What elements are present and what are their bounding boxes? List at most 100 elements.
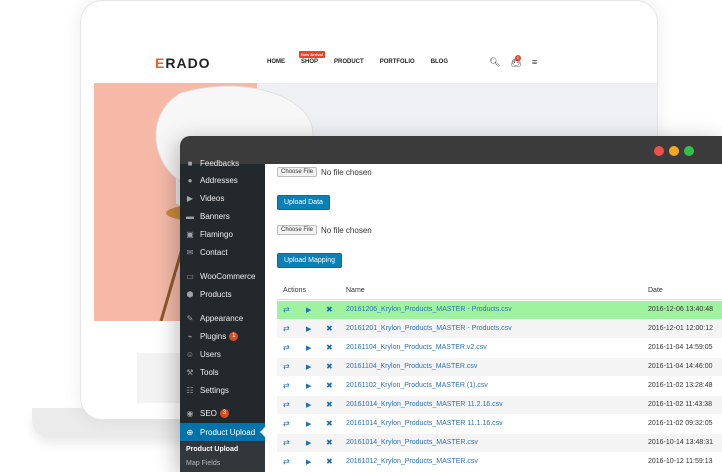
play-icon[interactable]: ▶ — [306, 382, 311, 390]
trash-icon[interactable]: ✖ — [326, 305, 333, 314]
shuffle-icon[interactable]: ⇄ — [283, 324, 290, 333]
user-icon: ☺ — [185, 349, 195, 359]
choose-data-file-button[interactable]: Choose File — [277, 167, 318, 177]
trash-icon[interactable]: ✖ — [326, 362, 333, 371]
shuffle-icon[interactable]: ⇄ — [283, 305, 290, 314]
sidebar-item-product-upload[interactable]: ⊕ Product Upload — [180, 423, 265, 441]
screenshot-stage: ERADO HOME New Arrival SHOP PRODUCT PORTF… — [0, 0, 722, 472]
close-window-button[interactable] — [654, 146, 664, 156]
search-icon[interactable]: 🔍︎ — [489, 57, 500, 68]
trash-icon[interactable]: ✖ — [326, 343, 333, 352]
file-date: 2016-11-02 09:32:05 — [648, 420, 713, 427]
sidebar-item-label: Contact — [200, 247, 228, 257]
menu-icon[interactable]: ≡ — [532, 57, 537, 68]
shuffle-icon[interactable]: ⇄ — [283, 381, 290, 390]
sidebar-item-flamingo[interactable]: ▣ Flamingo — [180, 225, 265, 243]
sidebar-item-appearance[interactable]: ✎ Appearance — [180, 309, 265, 327]
banner-icon: ▬ — [186, 211, 194, 221]
sidebar-item-label: WooCommerce — [200, 271, 256, 281]
sidebar-item-products[interactable]: ⬢ Products — [180, 285, 265, 303]
submenu-product-upload[interactable]: Product Upload — [186, 446, 238, 453]
trash-icon[interactable]: ✖ — [326, 457, 333, 466]
play-icon[interactable]: ▶ — [306, 439, 311, 447]
shuffle-icon[interactable]: ⇄ — [283, 457, 290, 466]
file-name-link[interactable]: 20161206_Krylon_Products_MASTER - Produc… — [346, 306, 512, 313]
table-row: ⇄ ▶ ✖ 20161014_Krylon_Products_MASTER 11.1.… — [277, 415, 722, 433]
nav-home[interactable]: HOME — [267, 59, 285, 65]
file-name-link[interactable]: 20161104_Krylon_Products_MASTER.v2.csv — [346, 344, 487, 351]
trash-icon[interactable]: ✖ — [326, 419, 333, 428]
submenu-map-fields[interactable]: Map Fields — [186, 460, 220, 467]
sidebar-item-addresses[interactable]: ● Addresses — [180, 171, 265, 189]
shuffle-icon[interactable]: ⇄ — [283, 343, 290, 352]
play-icon[interactable]: ▶ — [306, 344, 311, 352]
file-date: 2016-11-02 11:43:38 — [648, 401, 712, 408]
table-row: ⇄ ▶ ✖ 20161104_Krylon_Products_MASTER.csv 20… — [277, 358, 722, 376]
table-row: ⇄ ▶ ✖ 20161206_Krylon_Products_MASTER - Pro… — [277, 301, 722, 319]
table-row: ⇄ ▶ ✖ 20161012_Krylon_Products_MASTER.csv 20… — [277, 453, 722, 471]
sidebar-item-settings[interactable]: ☷ Settings — [180, 381, 265, 399]
admin-sidebar: ■ Feedbacks ● Addresses ▶ Videos ▬ Banners ▣… — [180, 159, 265, 472]
main-content: Choose File No file chosen Upload Data C… — [265, 164, 722, 472]
shuffle-icon[interactable]: ⇄ — [283, 362, 290, 371]
file-name-link[interactable]: 20161104_Krylon_Products_MASTER.csv — [346, 363, 477, 370]
play-icon[interactable]: ▶ — [306, 306, 311, 314]
admin-window: ■ Feedbacks ● Addresses ▶ Videos ▬ Banners ▣… — [180, 136, 722, 472]
play-icon[interactable]: ▶ — [306, 420, 311, 428]
sidebar-item-tools[interactable]: ⚒ Tools — [180, 363, 265, 381]
sidebar-item-banners[interactable]: ▬ Banners — [180, 207, 265, 225]
settings-icon: ☷ — [186, 385, 194, 395]
sidebar-item-contact[interactable]: ✉ Contact — [180, 243, 265, 261]
seo-icon: ◉ — [186, 408, 194, 418]
play-icon[interactable]: ▶ — [306, 325, 311, 333]
play-icon[interactable]: ▶ — [306, 458, 311, 466]
file-name-link[interactable]: 20161014_Krylon_Products_MASTER.csv — [346, 439, 478, 446]
sidebar-submenu: Product Upload Map Fields — [180, 442, 265, 472]
upload-mapping-button[interactable]: Upload Mapping — [277, 253, 342, 268]
table-header: Actions Name Date — [277, 283, 722, 300]
nav-shop[interactable]: New Arrival SHOP — [299, 51, 325, 65]
site-logo[interactable]: ERADO — [155, 55, 211, 71]
sidebar-item-seo[interactable]: ◉ SEO 3 — [180, 404, 265, 422]
play-icon[interactable]: ▶ — [306, 401, 311, 409]
play-icon[interactable]: ▶ — [306, 363, 311, 371]
sidebar-item-plugins[interactable]: ⌁ Plugins 1 — [180, 327, 265, 345]
sidebar-item-label: Users — [200, 349, 221, 359]
shuffle-icon[interactable]: ⇄ — [283, 438, 290, 447]
data-file-status: No file chosen — [321, 167, 372, 177]
nav-blog[interactable]: BLOG — [431, 59, 448, 65]
file-date: 2016-11-04 14:59:05 — [648, 344, 713, 351]
seo-count-badge: 3 — [219, 408, 229, 418]
upload-data-button[interactable]: Upload Data — [277, 195, 330, 210]
mapping-file-picker: Choose File No file chosen — [277, 225, 372, 235]
nav-portfolio[interactable]: PORTFOLIO — [380, 59, 415, 65]
file-name-link[interactable]: 20161014_Krylon_Products_MASTER 11.1.16.… — [346, 420, 503, 427]
sidebar-item-videos[interactable]: ▶ Videos — [180, 189, 265, 207]
sidebar-item-feedbacks[interactable]: ■ Feedbacks — [180, 154, 265, 172]
sidebar-item-label: Appearance — [200, 313, 244, 323]
sidebar-item-woocommerce[interactable]: ▭ WooCommerce — [180, 267, 265, 285]
nav-product[interactable]: PRODUCT — [334, 59, 364, 65]
file-date: 2016-10-12 11:59:13 — [648, 458, 713, 465]
choose-mapping-file-button[interactable]: Choose File — [277, 225, 318, 235]
trash-icon[interactable]: ✖ — [326, 400, 333, 409]
trash-icon[interactable]: ✖ — [326, 324, 333, 333]
trash-icon[interactable]: ✖ — [326, 381, 333, 390]
shuffle-icon[interactable]: ⇄ — [283, 400, 290, 409]
trash-icon[interactable]: ✖ — [326, 438, 333, 447]
file-name-link[interactable]: 20161102_Krylon_Products_MASTER (1).csv — [346, 382, 488, 389]
sidebar-item-label: Videos — [200, 193, 225, 203]
file-name-link[interactable]: 20161014_Krylon_Products_MASTER 11.2.16.… — [346, 401, 503, 408]
minimize-window-button[interactable] — [669, 146, 679, 156]
sidebar-item-label: Flamingo — [200, 229, 233, 239]
table-row: ⇄ ▶ ✖ 20161201_Krylon_Products_MASTER - Pro… — [277, 320, 722, 338]
file-name-link[interactable]: 20161012_Krylon_Products_MASTER.csv — [346, 458, 478, 465]
maximize-window-button[interactable] — [684, 146, 694, 156]
shuffle-icon[interactable]: ⇄ — [283, 419, 290, 428]
sidebar-item-label: Banners — [200, 211, 230, 221]
file-name-link[interactable]: 20161201_Krylon_Products_MASTER - Produc… — [346, 325, 512, 332]
mapping-file-status: No file chosen — [321, 225, 372, 235]
sidebar-item-users[interactable]: ☺ Users — [180, 345, 265, 363]
column-name: Name — [346, 287, 365, 294]
sidebar-item-label: Settings — [200, 385, 229, 395]
